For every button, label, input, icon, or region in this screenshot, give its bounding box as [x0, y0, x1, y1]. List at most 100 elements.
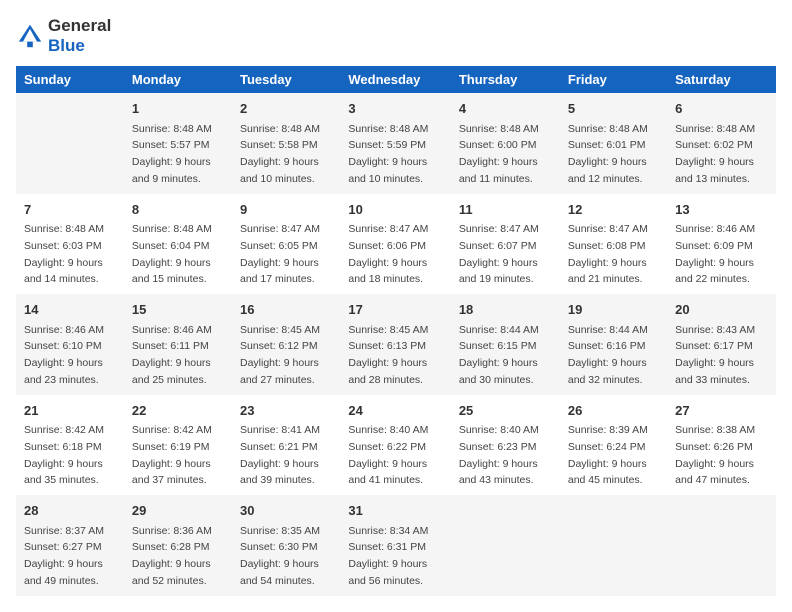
sunrise-text: Sunrise: 8:48 AM — [132, 123, 212, 135]
daylight-text: Daylight: 9 hours and 37 minutes. — [132, 458, 211, 487]
sunrise-text: Sunrise: 8:45 AM — [348, 324, 428, 336]
day-cell-2: 16 Sunrise: 8:45 AM Sunset: 6:12 PM Dayl… — [232, 294, 340, 395]
day-number: 24 — [348, 401, 442, 421]
daylight-text: Daylight: 9 hours and 12 minutes. — [568, 156, 647, 185]
sunrise-text: Sunrise: 8:36 AM — [132, 525, 212, 537]
sunset-text: Sunset: 6:26 PM — [675, 441, 753, 453]
sunrise-text: Sunrise: 8:48 AM — [348, 123, 428, 135]
daylight-text: Daylight: 9 hours and 13 minutes. — [675, 156, 754, 185]
day-cell-0 — [16, 93, 124, 194]
daylight-text: Daylight: 9 hours and 9 minutes. — [132, 156, 211, 185]
logo-blue: Blue — [48, 36, 85, 55]
sunset-text: Sunset: 6:10 PM — [24, 340, 102, 352]
col-header-saturday: Saturday — [667, 66, 776, 93]
week-row-5: 28 Sunrise: 8:37 AM Sunset: 6:27 PM Dayl… — [16, 495, 776, 596]
sunrise-text: Sunrise: 8:48 AM — [568, 123, 648, 135]
sunset-text: Sunset: 5:57 PM — [132, 139, 210, 151]
daylight-text: Daylight: 9 hours and 22 minutes. — [675, 257, 754, 286]
sunrise-text: Sunrise: 8:44 AM — [568, 324, 648, 336]
col-header-tuesday: Tuesday — [232, 66, 340, 93]
day-cell-6: 27 Sunrise: 8:38 AM Sunset: 6:26 PM Dayl… — [667, 395, 776, 496]
week-row-1: 1 Sunrise: 8:48 AM Sunset: 5:57 PM Dayli… — [16, 93, 776, 194]
day-number: 11 — [459, 200, 552, 220]
sunrise-text: Sunrise: 8:48 AM — [459, 123, 539, 135]
day-cell-0: 7 Sunrise: 8:48 AM Sunset: 6:03 PM Dayli… — [16, 194, 124, 295]
sunset-text: Sunset: 6:11 PM — [132, 340, 209, 352]
daylight-text: Daylight: 9 hours and 19 minutes. — [459, 257, 538, 286]
day-number: 2 — [240, 99, 332, 119]
day-cell-1: 15 Sunrise: 8:46 AM Sunset: 6:11 PM Dayl… — [124, 294, 232, 395]
day-number: 13 — [675, 200, 768, 220]
daylight-text: Daylight: 9 hours and 14 minutes. — [24, 257, 103, 286]
day-cell-6: 13 Sunrise: 8:46 AM Sunset: 6:09 PM Dayl… — [667, 194, 776, 295]
sunrise-text: Sunrise: 8:44 AM — [459, 324, 539, 336]
day-cell-0: 28 Sunrise: 8:37 AM Sunset: 6:27 PM Dayl… — [16, 495, 124, 596]
sunset-text: Sunset: 6:21 PM — [240, 441, 318, 453]
day-cell-1: 8 Sunrise: 8:48 AM Sunset: 6:04 PM Dayli… — [124, 194, 232, 295]
day-number: 29 — [132, 501, 224, 521]
sunrise-text: Sunrise: 8:45 AM — [240, 324, 320, 336]
sunrise-text: Sunrise: 8:47 AM — [348, 223, 428, 235]
day-cell-3: 10 Sunrise: 8:47 AM Sunset: 6:06 PM Dayl… — [340, 194, 450, 295]
col-header-sunday: Sunday — [16, 66, 124, 93]
sunset-text: Sunset: 6:16 PM — [568, 340, 646, 352]
day-number: 19 — [568, 300, 659, 320]
daylight-text: Daylight: 9 hours and 23 minutes. — [24, 357, 103, 386]
daylight-text: Daylight: 9 hours and 21 minutes. — [568, 257, 647, 286]
daylight-text: Daylight: 9 hours and 52 minutes. — [132, 558, 211, 587]
sunset-text: Sunset: 6:22 PM — [348, 441, 426, 453]
day-number: 23 — [240, 401, 332, 421]
sunset-text: Sunset: 6:13 PM — [348, 340, 426, 352]
sunrise-text: Sunrise: 8:41 AM — [240, 424, 320, 436]
calendar-table: SundayMondayTuesdayWednesdayThursdayFrid… — [16, 66, 776, 596]
sunset-text: Sunset: 6:00 PM — [459, 139, 537, 151]
sunset-text: Sunset: 6:31 PM — [348, 541, 426, 553]
header: General Blue — [16, 16, 776, 56]
daylight-text: Daylight: 9 hours and 56 minutes. — [348, 558, 427, 587]
day-number: 9 — [240, 200, 332, 220]
day-number: 26 — [568, 401, 659, 421]
sunset-text: Sunset: 6:19 PM — [132, 441, 210, 453]
day-cell-5: 19 Sunrise: 8:44 AM Sunset: 6:16 PM Dayl… — [560, 294, 667, 395]
sunrise-text: Sunrise: 8:48 AM — [24, 223, 104, 235]
daylight-text: Daylight: 9 hours and 25 minutes. — [132, 357, 211, 386]
col-header-wednesday: Wednesday — [340, 66, 450, 93]
sunrise-text: Sunrise: 8:40 AM — [348, 424, 428, 436]
sunset-text: Sunset: 6:07 PM — [459, 240, 537, 252]
sunset-text: Sunset: 6:02 PM — [675, 139, 753, 151]
day-cell-3: 17 Sunrise: 8:45 AM Sunset: 6:13 PM Dayl… — [340, 294, 450, 395]
day-cell-4 — [451, 495, 560, 596]
day-cell-6 — [667, 495, 776, 596]
sunset-text: Sunset: 6:06 PM — [348, 240, 426, 252]
sunset-text: Sunset: 6:01 PM — [568, 139, 646, 151]
sunset-text: Sunset: 6:04 PM — [132, 240, 210, 252]
day-number: 30 — [240, 501, 332, 521]
daylight-text: Daylight: 9 hours and 28 minutes. — [348, 357, 427, 386]
sunset-text: Sunset: 5:58 PM — [240, 139, 318, 151]
daylight-text: Daylight: 9 hours and 11 minutes. — [459, 156, 538, 185]
day-number: 5 — [568, 99, 659, 119]
sunrise-text: Sunrise: 8:48 AM — [132, 223, 212, 235]
daylight-text: Daylight: 9 hours and 54 minutes. — [240, 558, 319, 587]
day-number: 15 — [132, 300, 224, 320]
sunrise-text: Sunrise: 8:42 AM — [24, 424, 104, 436]
day-cell-2: 2 Sunrise: 8:48 AM Sunset: 5:58 PM Dayli… — [232, 93, 340, 194]
sunset-text: Sunset: 6:23 PM — [459, 441, 537, 453]
daylight-text: Daylight: 9 hours and 10 minutes. — [348, 156, 427, 185]
col-header-friday: Friday — [560, 66, 667, 93]
day-cell-5: 5 Sunrise: 8:48 AM Sunset: 6:01 PM Dayli… — [560, 93, 667, 194]
logo-icon — [16, 22, 44, 50]
sunrise-text: Sunrise: 8:47 AM — [240, 223, 320, 235]
sunset-text: Sunset: 6:28 PM — [132, 541, 210, 553]
day-cell-1: 1 Sunrise: 8:48 AM Sunset: 5:57 PM Dayli… — [124, 93, 232, 194]
sunrise-text: Sunrise: 8:47 AM — [459, 223, 539, 235]
logo-general: General — [48, 16, 111, 35]
sunset-text: Sunset: 6:18 PM — [24, 441, 102, 453]
day-cell-2: 30 Sunrise: 8:35 AM Sunset: 6:30 PM Dayl… — [232, 495, 340, 596]
daylight-text: Daylight: 9 hours and 43 minutes. — [459, 458, 538, 487]
daylight-text: Daylight: 9 hours and 45 minutes. — [568, 458, 647, 487]
sunset-text: Sunset: 6:30 PM — [240, 541, 318, 553]
day-cell-2: 23 Sunrise: 8:41 AM Sunset: 6:21 PM Dayl… — [232, 395, 340, 496]
sunrise-text: Sunrise: 8:48 AM — [240, 123, 320, 135]
daylight-text: Daylight: 9 hours and 15 minutes. — [132, 257, 211, 286]
